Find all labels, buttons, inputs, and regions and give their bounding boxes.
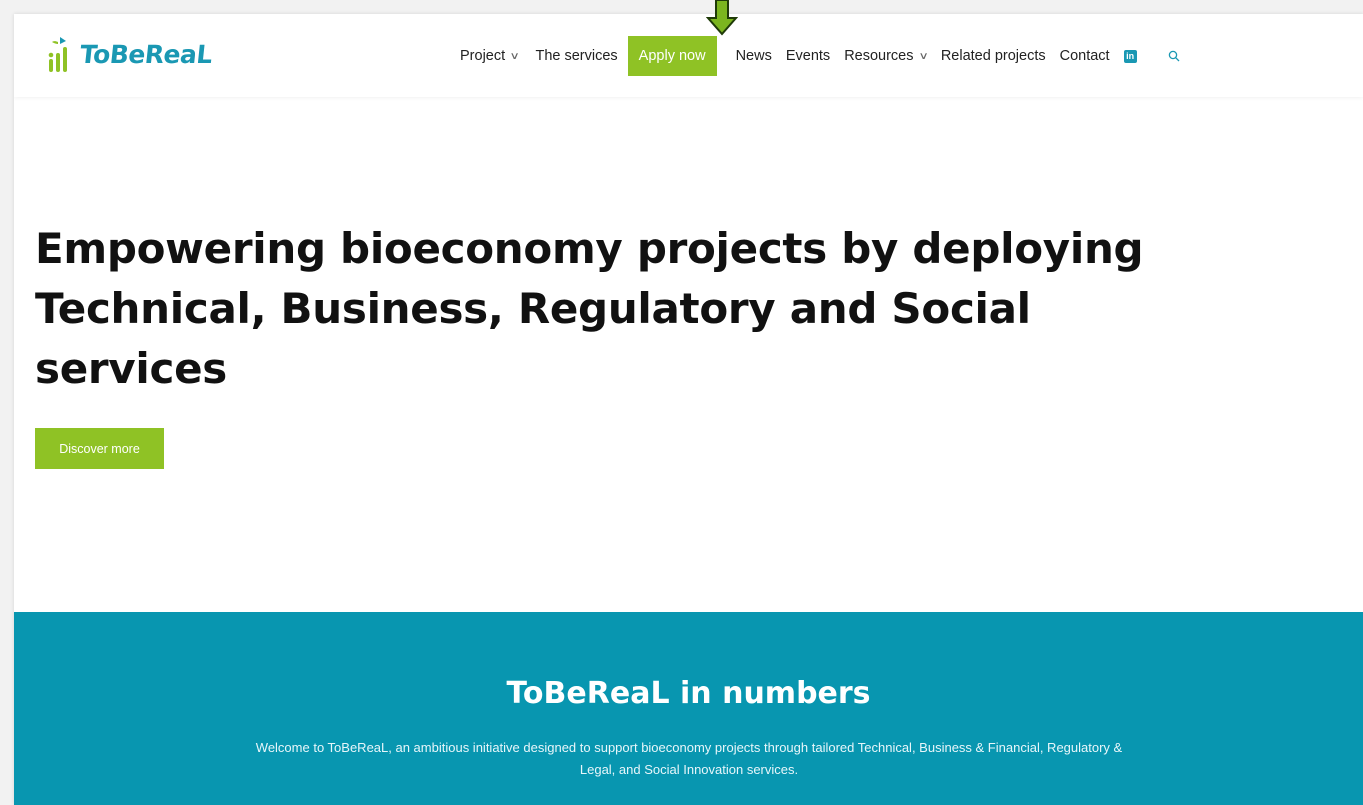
nav-item-contact[interactable]: Contact <box>1060 36 1110 76</box>
logo-icon <box>48 37 67 72</box>
numbers-section: ToBeReaL in numbers Welcome to ToBeReaL,… <box>14 612 1363 805</box>
arrow-down-icon <box>706 0 738 36</box>
nav-item-label: Contact <box>1059 48 1110 64</box>
nav-item-resources[interactable]: Resources ∨ <box>844 36 929 76</box>
discover-more-button[interactable]: Discover more <box>35 428 164 469</box>
nav-item-project[interactable]: Project ∨ <box>460 36 520 76</box>
numbers-title: ToBeReaL in numbers <box>506 676 871 711</box>
nav-item-events[interactable]: Events <box>786 36 830 76</box>
nav-item-label: News <box>735 48 772 64</box>
page: ToBeReaL Project ∨ The services Apply no… <box>14 14 1363 805</box>
nav-item-label: Events <box>785 48 831 64</box>
nav-item-label: Related projects <box>940 48 1046 64</box>
nav-item-label: The services <box>535 48 618 64</box>
nav-item-services[interactable]: The services <box>535 36 617 76</box>
site-header: ToBeReaL Project ∨ The services Apply no… <box>14 14 1363 97</box>
apply-now-button[interactable]: Apply now <box>627 36 717 76</box>
nav-item-label: Project <box>460 48 506 64</box>
nav-item-label: Apply now <box>638 48 706 64</box>
main-nav: Project ∨ The services Apply now News Ev… <box>460 36 1180 76</box>
search-icon[interactable] <box>1168 50 1180 62</box>
nav-item-related-projects[interactable]: Related projects <box>941 36 1046 76</box>
site-logo[interactable]: ToBeReaL <box>46 28 214 80</box>
chevron-down-icon: ∨ <box>918 50 929 62</box>
logo-text: ToBeReaL <box>78 39 214 69</box>
numbers-intro: Welcome to ToBeReaL, an ambitious initia… <box>255 740 1123 777</box>
hero-title: Empowering bioeconomy projects by deploy… <box>35 224 1144 393</box>
nav-item-news[interactable]: News <box>736 36 772 76</box>
linkedin-icon[interactable]: in <box>1123 49 1137 63</box>
chevron-down-icon: ∨ <box>509 50 520 62</box>
nav-item-label: Resources <box>844 48 914 64</box>
